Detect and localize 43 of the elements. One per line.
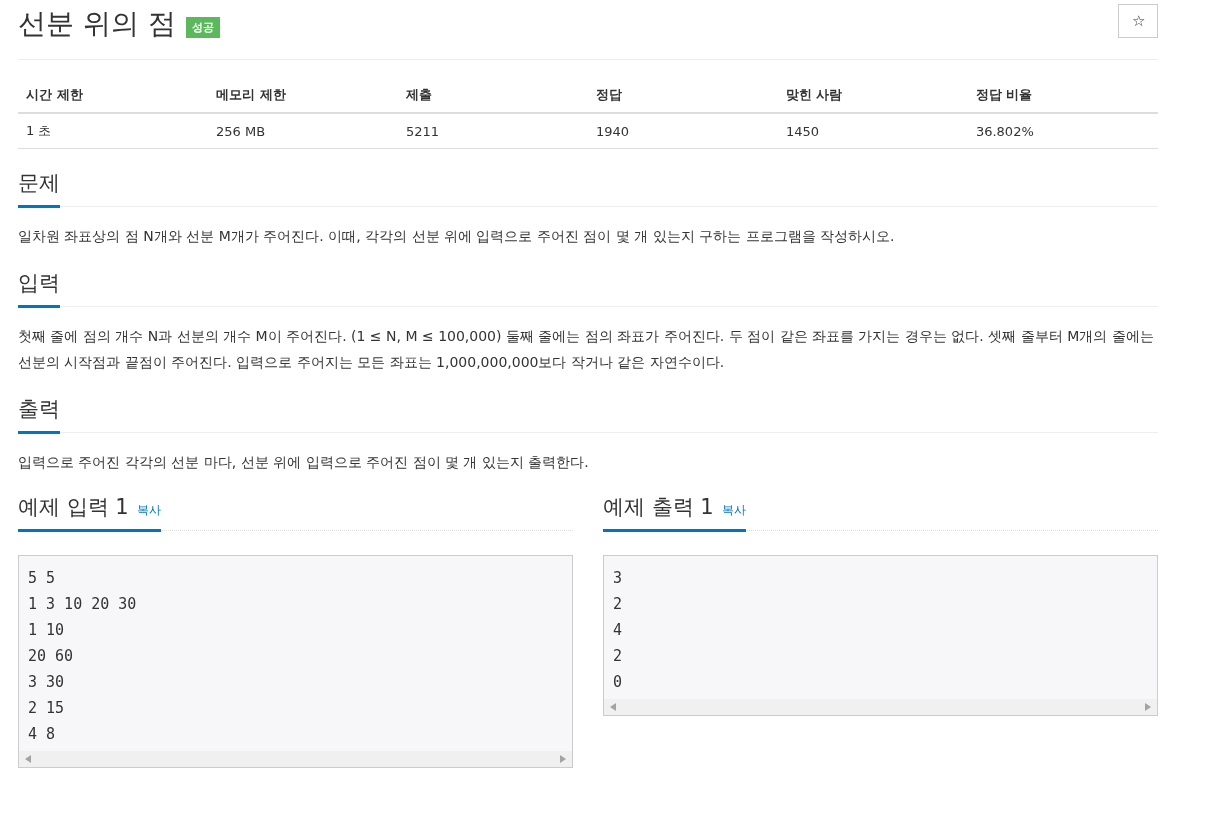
table-cell: 1 초 xyxy=(18,113,208,149)
code-line: 4 8 xyxy=(28,724,57,745)
code-line: 2 xyxy=(613,646,624,667)
section-heading: 출력 xyxy=(18,395,60,434)
code-line: 3 xyxy=(613,568,624,589)
code-line: 0 xyxy=(613,672,624,693)
column-header: 제출 xyxy=(397,78,588,113)
section-text: 일차원 좌표상의 점 N개와 선분 M개가 주어진다. 이때, 각각의 선분 위에 입력으로 주어진 점이 몇 개 있는지 구하는 프로그램을 작성하시오. xyxy=(18,227,896,246)
code-line: 5 5 xyxy=(28,568,57,589)
scroll-right-icon[interactable] xyxy=(560,755,566,763)
column-header: 메모리 제한 xyxy=(208,78,398,113)
code-line: 2 xyxy=(613,594,624,615)
section-heading: 문제 xyxy=(18,169,60,208)
column-header: 정답 비율 xyxy=(967,78,1158,113)
section-text: 첫째 줄에 점의 개수 N과 선분의 개수 M이 주어진다. (1 ≤ N, M ≤ 100,000) 둘째 줄에는 점의 좌표가 주어진다. 두 점이 같은 좌표를 가지는 경우는 없다. 셋째 줄부터 M개의 줄에는 선분의 시작점과 끝점이 주어진다. 입력으로 주어지는 모든 좌표는 1,000,000,000보다 작거나 같은 자연수이다. xyxy=(18,327,1155,372)
table-cell: 5211 xyxy=(397,113,588,149)
code-line: 1 3 10 20 30 xyxy=(28,594,138,615)
horizontal-scrollbar[interactable] xyxy=(604,699,1157,715)
scroll-right-icon[interactable] xyxy=(1145,703,1151,711)
scroll-left-icon[interactable] xyxy=(25,755,31,763)
sample-heading: 예제 입력 1 xyxy=(18,494,129,521)
table-cell: 36.802% xyxy=(967,113,1158,149)
table-cell: 1940 xyxy=(587,113,778,149)
column-header: 시간 제한 xyxy=(18,78,208,113)
result-badge: 성공 xyxy=(185,16,220,38)
column-header: 맞힌 사람 xyxy=(777,78,968,113)
favorite-star-button[interactable]: ☆ xyxy=(1118,4,1158,38)
copy-link[interactable]: 복사 xyxy=(136,502,161,519)
table-cell: 256 MB xyxy=(208,113,398,149)
scroll-left-icon[interactable] xyxy=(610,703,616,711)
horizontal-scrollbar[interactable] xyxy=(19,751,572,767)
code-line: 20 60 xyxy=(28,646,75,667)
table-cell: 1450 xyxy=(777,113,968,149)
copy-link[interactable]: 복사 xyxy=(721,502,746,519)
code-line: 3 30 xyxy=(28,672,66,693)
section-heading: 입력 xyxy=(18,269,60,308)
code-line: 1 10 xyxy=(28,620,66,641)
code-line: 2 15 xyxy=(28,698,66,719)
column-header: 정답 xyxy=(587,78,778,113)
section-text: 입력으로 주어진 각각의 선분 마다, 선분 위에 입력으로 주어진 점이 몇 개 있는지 출력한다. xyxy=(18,453,590,472)
problem-title: 선분 위의 점 xyxy=(18,6,176,42)
sample-heading: 예제 출력 1 xyxy=(603,494,714,521)
code-line: 4 xyxy=(613,620,624,641)
